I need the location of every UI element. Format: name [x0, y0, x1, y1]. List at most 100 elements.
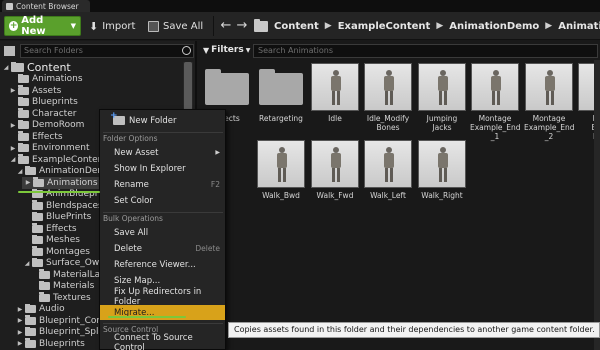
menu-item-show-in-explorer[interactable]: Show In Explorer	[100, 161, 225, 176]
folder-tree-item[interactable]: Effects	[0, 131, 63, 143]
animation-asset-tile[interactable]: Walk_Left	[363, 140, 413, 200]
animation-asset-tile[interactable]: Montage Example_End _1	[470, 63, 521, 141]
animation-asset-tile[interactable]: Idle_Modify Bones	[363, 63, 413, 132]
folder-tree-item[interactable]: Montages	[0, 246, 90, 258]
folder-tree-item[interactable]: ◢ AnimationDemo	[0, 165, 112, 178]
menu-item-rename[interactable]: Rename F2	[100, 177, 225, 192]
collapsed-arrow-icon[interactable]: ▶	[16, 306, 24, 313]
folder-icon	[18, 119, 29, 130]
folder-icon	[25, 326, 36, 337]
expanded-arrow-icon[interactable]: ◢	[16, 168, 24, 175]
breadcrumb-separator-icon[interactable]: ▶	[325, 21, 332, 31]
folder-tree-label: DemoRoom	[32, 120, 85, 131]
folder-tree-item[interactable]: Blendspaces	[0, 200, 103, 212]
folder-tree-item[interactable]: ◢ ExampleContent	[0, 154, 107, 166]
import-button[interactable]: ⬇ Import	[89, 16, 135, 36]
sources-panel-icon[interactable]	[4, 46, 15, 56]
animation-thumbnail	[364, 140, 412, 188]
animation-asset-tile[interactable]: Walk_Fwd	[310, 140, 360, 200]
animation-asset-tile[interactable]: Walk_Right	[417, 140, 467, 200]
expanded-arrow-icon[interactable]: ◢	[2, 64, 10, 71]
figure-legs	[332, 91, 340, 105]
folder-body	[205, 73, 249, 105]
breadcrumb-separator-icon[interactable]: ▶	[545, 21, 552, 31]
folder-tree-item[interactable]: ▶ Assets	[0, 85, 61, 97]
folder-tree-label: ExampleContent	[32, 154, 107, 165]
chevron-down-icon: ▼	[245, 46, 251, 54]
folder-tree-item[interactable]: Meshes	[0, 234, 80, 247]
folder-tree-item[interactable]: Blueprints	[0, 96, 78, 109]
content-browser-tab[interactable]: Content Browser	[2, 0, 90, 12]
menu-item-delete[interactable]: Delete Delete	[100, 241, 225, 256]
search-animations-input[interactable]: Search Animations	[253, 44, 598, 58]
folder-tree-item[interactable]: ▶ Audio	[0, 303, 65, 316]
folder-icon	[39, 280, 50, 291]
asset-grid-scrollbar[interactable]	[594, 60, 600, 350]
folder-tree-item[interactable]: Materials	[0, 280, 95, 293]
collapsed-arrow-icon[interactable]: ▶	[9, 87, 17, 94]
folder-tree-label: Meshes	[46, 235, 80, 246]
folder-tree-item[interactable]: Effects	[0, 223, 77, 235]
folder-tree-item[interactable]: Animations	[0, 73, 83, 86]
breadcrumb-examplecontent[interactable]: ExampleContent	[338, 21, 431, 32]
animation-asset-tile[interactable]: Walk_Bwd	[256, 140, 306, 200]
filters-button[interactable]: ▼ Filters ▼	[203, 43, 250, 57]
connect-source-control-label: Connect To Source Control	[114, 332, 193, 350]
folder-tree-item[interactable]: ▶ Blueprint_Splin	[0, 326, 107, 339]
import-label: Import	[102, 20, 136, 32]
folder-icon	[254, 18, 268, 32]
collapsed-arrow-icon[interactable]: ▶	[16, 340, 24, 347]
collapsed-arrow-icon[interactable]: ▶	[24, 179, 32, 186]
folder-tree-item[interactable]: Character	[0, 108, 76, 120]
search-icon	[182, 46, 191, 55]
folder-icon	[18, 85, 29, 95]
breadcrumb-animationdemo[interactable]: AnimationDemo	[449, 21, 539, 32]
folder-tile[interactable]: Retargeting	[256, 63, 306, 123]
breadcrumb-content[interactable]: Content	[274, 21, 319, 32]
collapsed-arrow-icon[interactable]: ▶	[9, 122, 17, 129]
folder-tree-item[interactable]: BluePrints	[0, 211, 91, 224]
expanded-arrow-icon[interactable]: ◢	[9, 156, 17, 163]
figure-body	[277, 153, 287, 168]
folder-tree-item[interactable]: ▶ DemoRoom	[0, 119, 85, 132]
collapsed-arrow-icon[interactable]: ▶	[9, 145, 17, 152]
folder-tree-item[interactable]: ▶ Environment	[0, 142, 89, 155]
folder-tree-item[interactable]: ▶ Animations	[22, 177, 102, 189]
folder-icon	[32, 200, 43, 210]
menu-item-new-asset[interactable]: New Asset ▶	[100, 145, 225, 160]
folder-tree-label: Audio	[39, 304, 65, 315]
menu-item-save-all[interactable]: Save All	[100, 225, 225, 240]
folder-tree-label: Materials	[53, 281, 95, 292]
save-all-button[interactable]: Save All	[148, 16, 203, 36]
folder-tree-item[interactable]: ◢ Surface_Owen	[0, 257, 110, 270]
animation-asset-tile[interactable]: Idle	[310, 63, 360, 123]
asset-label: Retargeting	[259, 114, 303, 123]
forward-arrow-icon[interactable]: →	[235, 18, 249, 34]
folder-tree-label: Montages	[46, 246, 90, 257]
bulk-operations-header: Bulk Operations	[103, 212, 223, 223]
toolbar-divider	[213, 16, 214, 36]
animation-asset-tile[interactable]: Jumping Jacks	[417, 63, 467, 132]
breadcrumb-separator-icon[interactable]: ▶	[436, 21, 443, 31]
folder-tree-item[interactable]: ▶ Blueprint_Comm	[0, 315, 114, 327]
figure-legs	[385, 168, 393, 182]
collapsed-arrow-icon[interactable]: ▶	[16, 317, 24, 324]
character-figure	[329, 70, 343, 106]
menu-item-connect-source-control[interactable]: Connect To Source Control	[100, 332, 225, 350]
figure-body	[491, 76, 501, 91]
asset-label: Walk_Fwd	[316, 191, 354, 200]
expanded-arrow-icon[interactable]: ◢	[23, 260, 31, 267]
menu-item-set-color[interactable]: Set Color	[100, 193, 225, 208]
folder-tree-item[interactable]: ◢ Content	[0, 61, 71, 74]
back-arrow-icon[interactable]: ←	[219, 18, 233, 34]
animation-asset-tile[interactable]: Montage Example_End _2	[524, 63, 575, 141]
folder-tree-item[interactable]: ▶ Blueprints	[0, 338, 85, 350]
menu-item-reference-viewer[interactable]: Reference Viewer...	[100, 257, 225, 272]
breadcrumb-animations[interactable]: Animations	[558, 21, 600, 32]
collapsed-arrow-icon[interactable]: ▶	[16, 329, 24, 336]
add-new-button[interactable]: + Add New ▼	[4, 15, 81, 37]
folder-tree-item[interactable]: Textures	[0, 292, 91, 304]
menu-item-fix-up-redirectors[interactable]: Fix Up Redirectors in Folder	[100, 287, 225, 307]
chevron-down-icon: ▼	[70, 22, 76, 30]
search-folders-input[interactable]: Search Folders	[20, 44, 194, 58]
